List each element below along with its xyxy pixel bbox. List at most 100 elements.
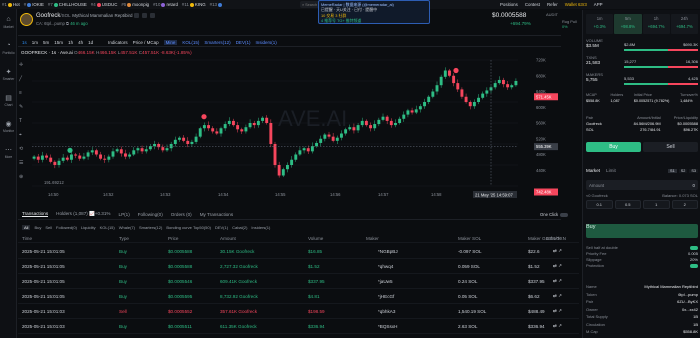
filter-1[interactable]: Buy — [34, 225, 41, 230]
period-tab-1m[interactable]: 1m +0.3% — [586, 14, 614, 34]
ticker-item[interactable]: #4 USDUC — [91, 2, 118, 7]
limit-tab[interactable]: Limit — [606, 168, 616, 173]
period-tab-5m[interactable]: 5m +98.8% — [614, 14, 642, 34]
toolbar-mine[interactable]: Mine — [163, 39, 178, 45]
cell-maker[interactable]: *qbhkA3 — [378, 309, 395, 314]
buy-marker-icon[interactable] — [67, 147, 73, 153]
telegram-icon[interactable] — [142, 13, 147, 18]
filter-0[interactable]: All — [22, 224, 31, 230]
copy-icon[interactable]: ⧉ — [66, 21, 69, 26]
ticker-item[interactable]: #7 CHILLHOUSE — [48, 2, 87, 7]
audit-badge[interactable]: AUDIT — [546, 12, 558, 17]
tab-3[interactable]: Following(0) — [138, 212, 163, 217]
tx-link-icon[interactable]: ⇄ ↗ — [553, 278, 562, 284]
timeframe-5m[interactable]: 5m — [43, 40, 49, 45]
sell-tab[interactable]: Sell — [643, 142, 698, 152]
amount-input[interactable]: Amount 0 — [586, 180, 698, 190]
ticker-item[interactable]: #11 KING — [182, 2, 206, 7]
positions-link[interactable]: Positions — [500, 2, 518, 7]
table-row[interactable]: 2025-05-21 15:01:05 Buy $0.0005595 8,732.92… — [18, 289, 579, 304]
tab-4[interactable]: Orders (0) — [171, 212, 192, 217]
ticker-item[interactable]: #1 Hot — [2, 2, 20, 7]
slot-S2[interactable]: S2 — [678, 168, 688, 173]
preset-amount[interactable]: 2 — [671, 200, 698, 209]
app-link[interactable]: APP — [594, 2, 603, 7]
table-row[interactable]: 2025-05-21 15:01:03 Sell $0.0005552 357.61K… — [18, 304, 579, 319]
ticker-item[interactable]: #10 retard — [153, 2, 178, 7]
draw-tool-icon[interactable]: ≡ — [19, 90, 22, 96]
draw-tool-icon[interactable]: ✎ — [19, 104, 23, 110]
toolbar-dev[interactable]: DEV(1) — [236, 40, 251, 45]
contract-address[interactable]: CA: 6tpl...pump — [36, 21, 65, 26]
filter-7[interactable]: Smarters(12) — [139, 225, 162, 230]
toolbar-price_mcap[interactable]: Price / MCap — [133, 40, 159, 45]
filter-9[interactable]: DEV(1) — [215, 225, 228, 230]
tx-link-icon[interactable]: ⇄ ↗ — [553, 308, 562, 314]
market-tab[interactable]: Market — [586, 168, 600, 173]
filter-4[interactable]: Liquidity — [81, 225, 96, 230]
table-row[interactable]: 2025-05-21 15:01:03 Buy $0.0005511 611.35K … — [18, 319, 579, 334]
filter-11[interactable]: Insiders(1) — [251, 225, 270, 230]
tab-1[interactable]: Holders (1,087) 📈+0.31% — [56, 211, 110, 217]
toolbar-kol[interactable]: KOL(15) — [182, 40, 199, 45]
tab-2[interactable]: LP(1) — [119, 212, 130, 217]
sell-marker-icon[interactable] — [201, 114, 207, 120]
draw-tool-icon[interactable]: ⟲ — [19, 146, 23, 152]
draw-tool-icon[interactable]: T — [19, 118, 22, 124]
filter-5[interactable]: KOL(15) — [100, 225, 115, 230]
sidebar-market-icon[interactable]: ⌂ — [3, 15, 14, 24]
slot-S3[interactable]: S3 — [689, 168, 698, 173]
sidebar-chart-icon[interactable]: ▤ — [3, 93, 14, 102]
tab-0[interactable]: Transactions — [22, 211, 49, 217]
table-row[interactable]: 2025-05-21 15:01:05 Buy $0.0005546 609.41K … — [18, 274, 579, 289]
sidebar-monitor-icon[interactable]: ◉ — [3, 119, 14, 128]
chart-area[interactable]: AVE.AI 720K 680K 640K 600K 560K 520K 480K 440K 55… — [18, 48, 561, 198]
filter-10[interactable]: Cabal(2) — [232, 225, 247, 230]
buy-button[interactable]: Buy — [586, 224, 698, 238]
wallet-button[interactable]: Wallet 63r3 — [565, 2, 587, 7]
draw-tool-icon[interactable]: ✛ — [19, 62, 23, 68]
toggle-switch[interactable] — [560, 212, 569, 217]
filter-6[interactable]: Whale(7) — [119, 225, 135, 230]
rug-pull-badge[interactable]: Rug Pull 0% — [562, 19, 580, 29]
timeframe-15m[interactable]: 15m — [54, 40, 63, 45]
sell-marker-icon[interactable] — [453, 67, 459, 74]
cell-maker[interactable]: *NGBpBJ — [378, 249, 398, 254]
tx-link-icon[interactable]: ⇄ ↗ — [553, 293, 562, 299]
sidebar-portfolio-icon[interactable]: ◔ — [3, 41, 14, 50]
period-tab-1h[interactable]: 1h +694.7% — [642, 14, 670, 34]
buy-tab[interactable]: Buy — [586, 142, 641, 152]
table-row[interactable]: 2025-05-21 15:01:05 Buy $0.0005588 30.15K G… — [18, 244, 579, 259]
preset-amount[interactable]: 1 — [643, 200, 670, 209]
ticker-item[interactable]: # IOKIE — [24, 2, 44, 7]
ticker-item[interactable]: #13 — [210, 2, 223, 7]
ticker-item[interactable]: #5 moonpig — [121, 2, 149, 7]
one-click-toggle[interactable]: One Click — [540, 212, 574, 217]
filter-2[interactable]: Sell — [45, 225, 52, 230]
draw-tool-icon[interactable]: ╱ — [19, 76, 22, 82]
tx-link-icon[interactable]: ⇄ ↗ — [553, 323, 562, 329]
tab-5[interactable]: My Transactions — [200, 212, 233, 217]
price-chart[interactable]: AVE.AI720K680K640K600K560K520K480K440K55… — [18, 48, 561, 198]
period-tab-24h[interactable]: 24h +694.7% — [670, 14, 698, 34]
timeframe-4h[interactable]: 4h — [78, 40, 83, 45]
cell-maker[interactable]: *jaUw5 — [378, 279, 393, 284]
protection-toggle[interactable] — [690, 264, 698, 268]
toolbar-smarters[interactable]: Smarters(12) — [204, 40, 230, 45]
twitter-icon[interactable] — [134, 13, 139, 18]
table-row[interactable]: 2025-05-21 15:01:05 Buy $0.0005588 2,727.32… — [18, 259, 579, 274]
sidebar-more-icon[interactable]: ⋯ — [3, 145, 14, 154]
filter-3[interactable]: Followed(0) — [56, 225, 77, 230]
sidebar-smarter-icon[interactable]: ✦ — [3, 67, 14, 76]
preset-amount[interactable]: 0.5 — [614, 200, 641, 209]
slot-S1[interactable]: S1 — [668, 168, 677, 173]
cell-maker[interactable]: *BQSsxH — [378, 324, 397, 329]
cell-maker[interactable]: *jHEcGf — [378, 294, 394, 299]
draw-tool-icon[interactable]: ⌖ — [19, 132, 22, 138]
timeframe-1m[interactable]: 1m — [32, 40, 38, 45]
sell-half-toggle[interactable] — [690, 246, 698, 250]
filter-8[interactable]: Bonding curve Top50(50) — [166, 225, 211, 230]
tx-link-icon[interactable]: ⇄ ↗ — [553, 248, 562, 254]
refer-link[interactable]: Refer — [547, 2, 558, 7]
toolbar-indicators[interactable]: Indicators — [108, 40, 128, 45]
